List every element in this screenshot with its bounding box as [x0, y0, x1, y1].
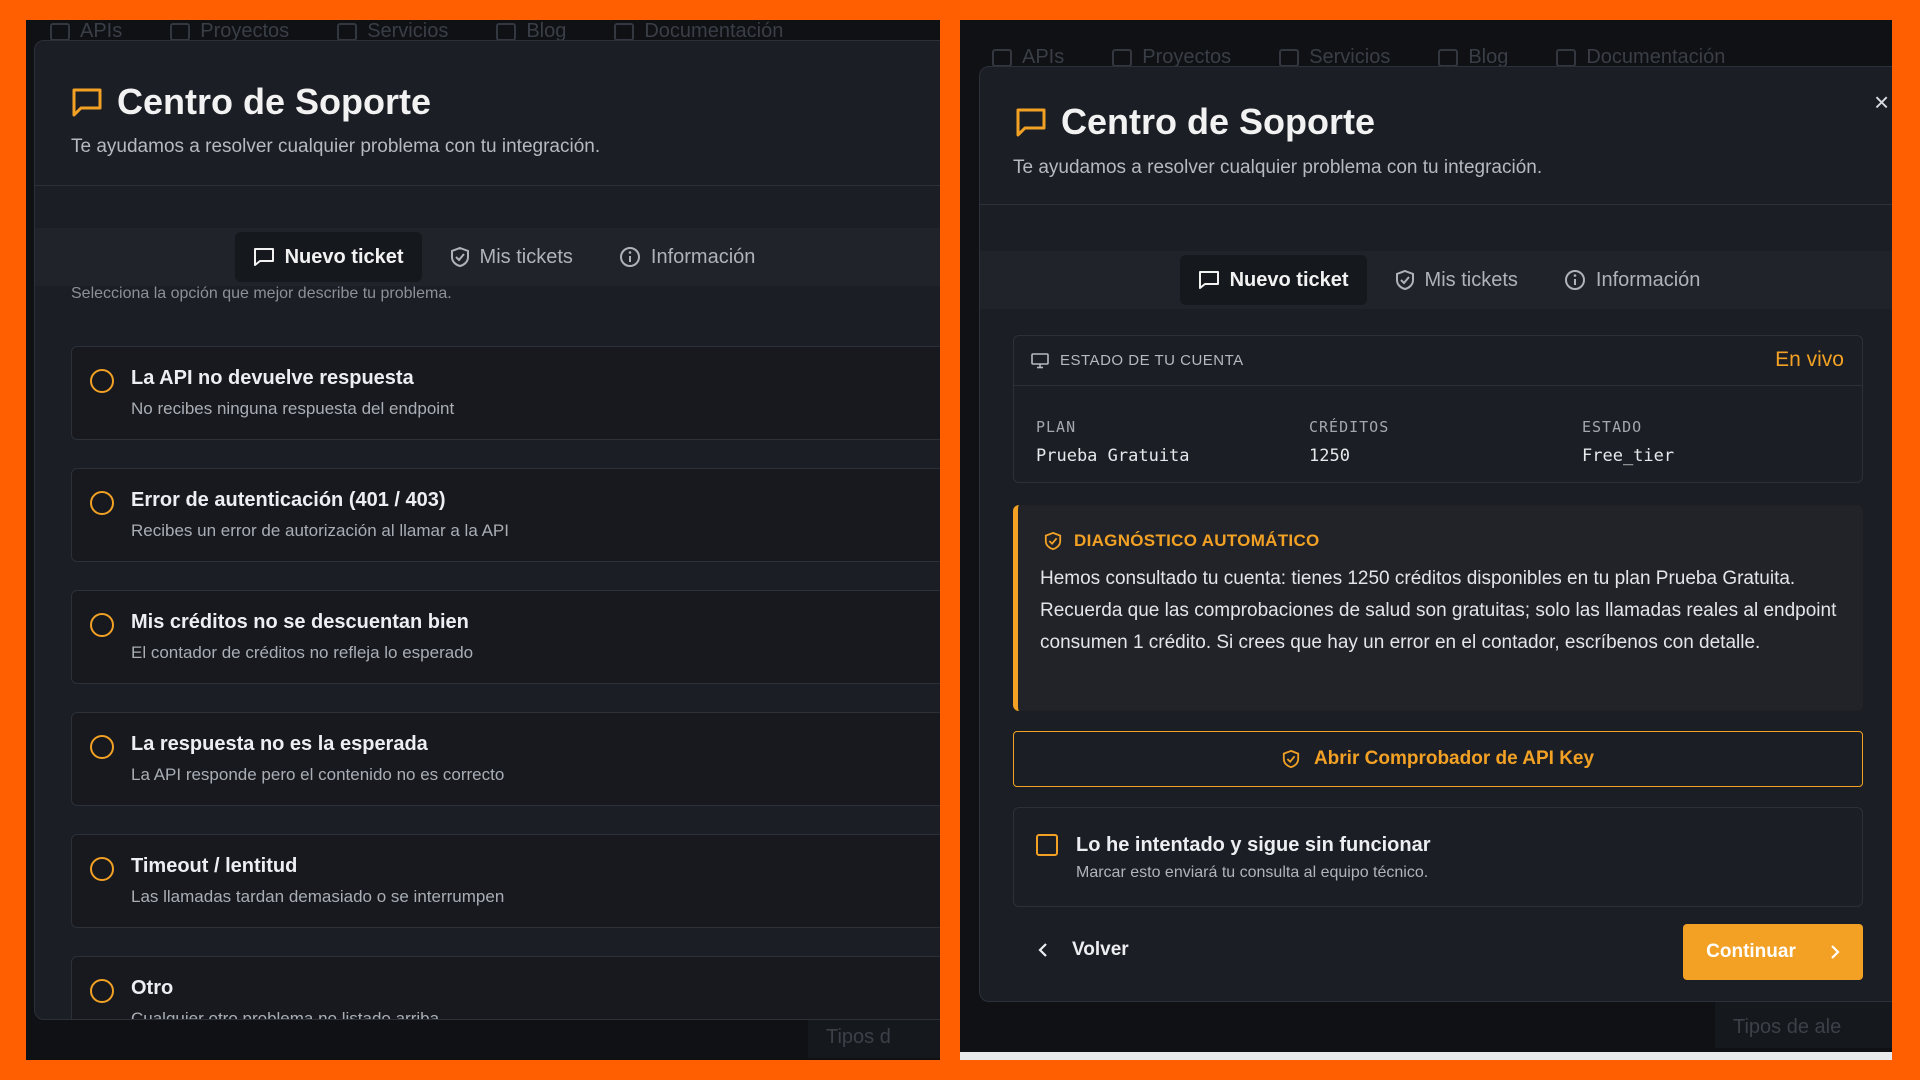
- modal-subtitle: Te ayudamos a resolver cualquier problem…: [1013, 157, 1543, 178]
- option-credits[interactable]: Mis créditos no se descuentan bien El co…: [71, 590, 940, 684]
- message-icon: [1016, 108, 1046, 137]
- account-status-header: ESTADO DE TU CUENTA En vivo: [1014, 336, 1862, 386]
- modal-header: Centro de Soporte Te ayudamos a resolver…: [980, 67, 1892, 205]
- briefcase-icon: [170, 22, 191, 41]
- radio-button[interactable]: [90, 491, 114, 515]
- diagnostic-title: DIAGNÓSTICO AUTOMÁTICO: [1074, 531, 1320, 550]
- shield-icon: [1395, 269, 1414, 291]
- shield-check-icon: [1282, 749, 1300, 769]
- radio-button[interactable]: [90, 979, 114, 1003]
- still-not-working-option[interactable]: Lo he intentado y sigue sin funcionar Ma…: [1013, 807, 1863, 907]
- back-button[interactable]: Volver: [1038, 939, 1129, 961]
- still-not-working-checkbox[interactable]: [1036, 834, 1058, 856]
- plan-field: PLAN Prueba Gratuita: [1036, 418, 1190, 466]
- tab-informacion[interactable]: Información: [601, 232, 774, 282]
- info-icon: [1564, 270, 1585, 290]
- support-modal: Centro de Soporte Te ayudamos a resolver…: [979, 66, 1892, 1002]
- option-timeout[interactable]: Timeout / lentitud Las llamadas tardan d…: [71, 834, 940, 928]
- book-icon: [1438, 48, 1459, 67]
- tab-mis-tickets[interactable]: Mis tickets: [1377, 255, 1536, 305]
- account-status-label: ESTADO DE TU CUENTA: [1060, 352, 1244, 369]
- radio-button[interactable]: [90, 735, 114, 759]
- tab-nuevo-ticket[interactable]: Nuevo ticket: [234, 232, 422, 282]
- option-no-response[interactable]: La API no devuelve respuesta No recibes …: [71, 346, 940, 440]
- tab-bar: Nuevo ticket Mis tickets Información: [35, 228, 940, 286]
- options-hint: Selecciona la opción que mejor describe …: [71, 285, 452, 302]
- modal-title: Centro de Soporte: [71, 81, 431, 123]
- option-auth-error[interactable]: Error de autenticación (401 / 403) Recib…: [71, 468, 940, 562]
- shield-icon: [450, 246, 469, 268]
- bottom-strip: [960, 1052, 1892, 1060]
- shield-check-icon: [1044, 531, 1062, 551]
- document-icon: [614, 22, 635, 41]
- right-screenshot-panel: APIs Proyectos Servicios Blog Documentac…: [960, 20, 1892, 1060]
- diagnostic-body: Hemos consultado tu cuenta: tienes 1250 …: [1040, 568, 1837, 653]
- live-indicator: En vivo: [1775, 348, 1844, 371]
- tab-informacion[interactable]: Información: [1546, 255, 1719, 305]
- tab-bar: Nuevo ticket Mis tickets Información: [980, 251, 1892, 309]
- support-modal: Centro de Soporte Te ayudamos a resolver…: [34, 40, 940, 1020]
- message-icon: [253, 248, 274, 266]
- book-icon: [496, 22, 517, 41]
- tab-nuevo-ticket[interactable]: Nuevo ticket: [1179, 255, 1367, 305]
- open-api-key-checker-button[interactable]: Abrir Comprobador de API Key: [1013, 731, 1863, 787]
- radio-button[interactable]: [90, 613, 114, 637]
- status-field: ESTADO Free_tier: [1582, 418, 1675, 466]
- info-icon: [619, 247, 640, 267]
- modal-header: Centro de Soporte Te ayudamos a resolver…: [35, 41, 940, 186]
- left-screenshot-panel: APIs Proyectos Servicios Blog Documentac…: [26, 20, 940, 1060]
- bg-footer-text: Tipos de ale: [1715, 1000, 1892, 1048]
- message-icon: [72, 88, 102, 117]
- briefcase-icon: [1112, 48, 1133, 67]
- document-icon: [1556, 48, 1577, 67]
- chevron-left-icon: [1038, 943, 1047, 957]
- radio-button[interactable]: [90, 857, 114, 881]
- auto-diagnostic-box: DIAGNÓSTICO AUTOMÁTICO Hemos consultado …: [1013, 505, 1863, 711]
- code-icon: [1279, 48, 1300, 67]
- modal-title: Centro de Soporte: [1015, 101, 1375, 143]
- bolt-icon: [50, 22, 70, 41]
- radio-button[interactable]: [90, 369, 114, 393]
- credits-field: CRÉDITOS 1250: [1309, 418, 1390, 466]
- continue-button[interactable]: Continuar: [1683, 924, 1863, 980]
- modal-subtitle: Te ayudamos a resolver cualquier problem…: [71, 136, 601, 157]
- bolt-icon: [992, 48, 1012, 67]
- message-icon: [1198, 271, 1219, 289]
- option-other[interactable]: Otro Cualquier otro problema no listado …: [71, 956, 940, 1019]
- monitor-icon: [1031, 353, 1049, 369]
- account-status-card: ESTADO DE TU CUENTA En vivo PLAN Prueba …: [1013, 335, 1863, 483]
- code-icon: [337, 22, 358, 41]
- tab-mis-tickets[interactable]: Mis tickets: [432, 232, 591, 282]
- chevron-right-icon: [1831, 945, 1840, 959]
- option-unexpected-response[interactable]: La respuesta no es la esperada La API re…: [71, 712, 940, 806]
- close-icon[interactable]: ×: [1874, 87, 1889, 118]
